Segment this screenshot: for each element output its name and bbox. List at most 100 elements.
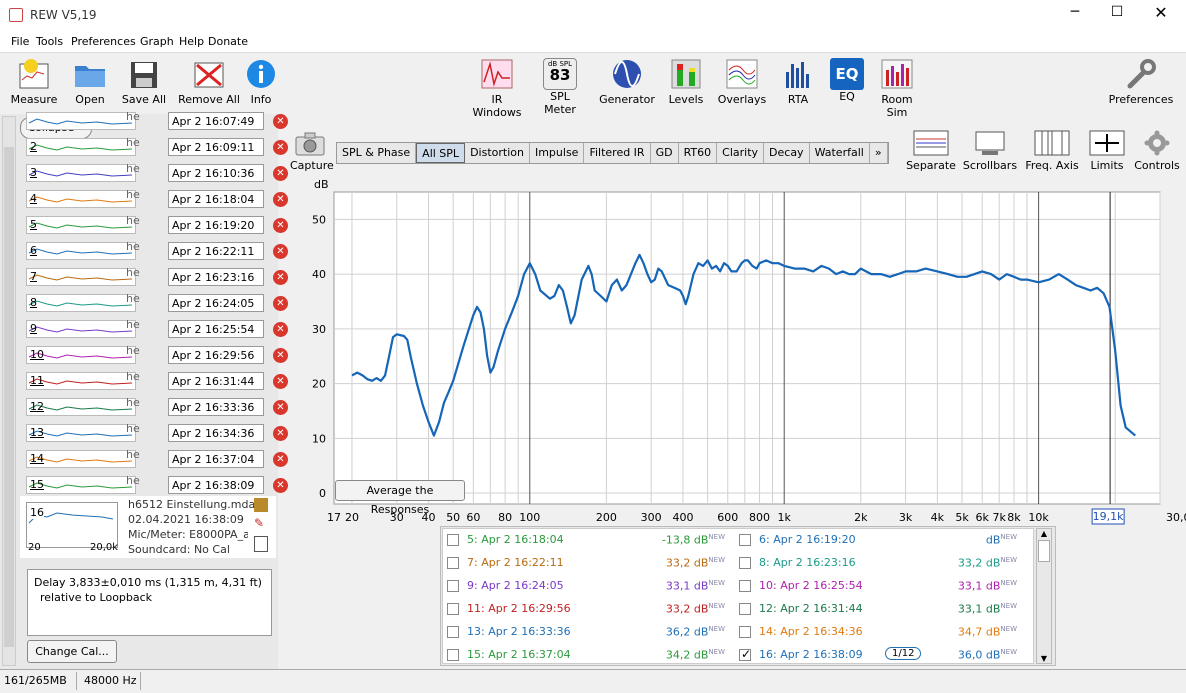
left-scrollbar[interactable] bbox=[2, 116, 16, 666]
remove-all-button[interactable]: Remove All bbox=[178, 58, 240, 106]
overlays-button[interactable]: Overlays bbox=[716, 58, 768, 106]
minimize-icon[interactable]: ─ bbox=[1064, 4, 1086, 26]
legend-scroll-down-icon[interactable]: ▼ bbox=[1037, 654, 1051, 663]
remove-measurement-icon[interactable]: ✕ bbox=[273, 244, 288, 259]
info-button[interactable]: Info bbox=[244, 58, 278, 106]
legend-checkbox[interactable]: ✓ bbox=[739, 647, 751, 661]
measurement-row[interactable]: 6 he Apr 2 16:22:11 ✕ bbox=[20, 238, 288, 264]
tab-more[interactable]: » bbox=[870, 143, 888, 163]
rta-button[interactable]: RTA bbox=[780, 58, 816, 106]
ir-windows-button[interactable]: IR Windows bbox=[466, 58, 528, 119]
legend-checkbox[interactable] bbox=[447, 649, 459, 661]
menu-preferences[interactable]: Preferences bbox=[71, 35, 136, 48]
tab-clarity[interactable]: Clarity bbox=[717, 143, 765, 163]
measurement-name-field[interactable]: Apr 2 16:07:49 bbox=[168, 112, 264, 130]
menu-tools[interactable]: Tools bbox=[36, 35, 63, 48]
remove-measurement-icon[interactable]: ✕ bbox=[273, 218, 288, 233]
measurement-row[interactable]: 15 he Apr 2 16:38:09 ✕ bbox=[20, 472, 288, 498]
measurement-row[interactable]: 11 he Apr 2 16:31:44 ✕ bbox=[20, 368, 288, 394]
measurement-name-field[interactable]: Apr 2 16:24:05 bbox=[168, 294, 264, 312]
legend-scrollbar[interactable]: ▲ ▼ bbox=[1036, 528, 1052, 664]
remove-measurement-icon[interactable]: ✕ bbox=[273, 374, 288, 389]
legend-checkbox[interactable] bbox=[739, 534, 751, 546]
measurement-name-field[interactable]: Apr 2 16:34:36 bbox=[168, 424, 264, 442]
measurement-row[interactable]: 2 he Apr 2 16:09:11 ✕ bbox=[20, 134, 288, 160]
levels-button[interactable]: Levels bbox=[664, 58, 708, 106]
measurement-row[interactable]: 13 he Apr 2 16:34:36 ✕ bbox=[20, 420, 288, 446]
generator-button[interactable]: Generator bbox=[598, 58, 656, 106]
measurement-name-field[interactable]: Apr 2 16:10:36 bbox=[168, 164, 264, 182]
tab-impulse[interactable]: Impulse bbox=[530, 143, 585, 163]
legend-scrollbar-thumb[interactable] bbox=[1038, 540, 1050, 562]
capture-button[interactable]: Capture bbox=[290, 132, 334, 172]
remove-measurement-icon[interactable]: ✕ bbox=[273, 296, 288, 311]
menu-file[interactable]: File bbox=[11, 35, 29, 48]
eq-button[interactable]: EQ EQ bbox=[830, 58, 864, 103]
separate-button[interactable]: Separate bbox=[906, 130, 956, 172]
spl-graph[interactable]: 5040302010017203040506080100200300400600… bbox=[290, 186, 1186, 526]
measurement-row[interactable]: 9 he Apr 2 16:25:54 ✕ bbox=[20, 316, 288, 342]
tab-rt60[interactable]: RT60 bbox=[679, 143, 718, 163]
tab-waterfall[interactable]: Waterfall bbox=[810, 143, 870, 163]
measurement-name-field[interactable]: Apr 2 16:31:44 bbox=[168, 372, 264, 390]
measurement-name-field[interactable]: Apr 2 16:25:54 bbox=[168, 320, 264, 338]
remove-measurement-icon[interactable]: ✕ bbox=[273, 114, 288, 129]
tab-all-spl[interactable]: All SPL bbox=[416, 143, 466, 163]
tab-gd[interactable]: GD bbox=[651, 143, 679, 163]
preferences-button[interactable]: Preferences bbox=[1108, 58, 1174, 106]
remove-measurement-icon[interactable]: ✕ bbox=[273, 400, 288, 415]
legend-checkbox[interactable] bbox=[447, 534, 459, 546]
measurement-name-field[interactable]: Apr 2 16:09:11 bbox=[168, 138, 264, 156]
measurement-name-field[interactable]: Apr 2 16:38:09 bbox=[168, 476, 264, 494]
spl-meter-button[interactable]: dB SPL 83 SPL Meter bbox=[534, 58, 586, 116]
measurement-name-field[interactable]: Apr 2 16:37:04 bbox=[168, 450, 264, 468]
legend-checkbox[interactable] bbox=[447, 580, 459, 592]
legend-checkbox[interactable] bbox=[739, 580, 751, 592]
remove-measurement-icon[interactable]: ✕ bbox=[273, 166, 288, 181]
close-window-icon[interactable]: ✕ bbox=[1150, 3, 1172, 25]
measure-button[interactable]: Measure bbox=[8, 58, 60, 106]
legend-scroll-up-icon[interactable]: ▲ bbox=[1037, 529, 1051, 538]
maximize-icon[interactable]: ☐ bbox=[1106, 4, 1128, 26]
pen-icon[interactable]: ✎ bbox=[254, 516, 268, 530]
limits-button[interactable]: Limits bbox=[1088, 130, 1126, 172]
legend-checkbox[interactable] bbox=[739, 603, 751, 615]
room-sim-button[interactable]: Room Sim bbox=[870, 58, 924, 119]
menu-graph[interactable]: Graph bbox=[140, 35, 174, 48]
remove-measurement-icon[interactable]: ✕ bbox=[273, 478, 288, 493]
edit-notes-icon[interactable] bbox=[254, 498, 268, 512]
legend-checkbox[interactable] bbox=[447, 557, 459, 569]
average-responses-button[interactable]: Average the Responses bbox=[335, 480, 465, 516]
remove-measurement-icon[interactable]: ✕ bbox=[273, 322, 288, 337]
open-button[interactable]: Open bbox=[68, 58, 112, 106]
measurement-row[interactable]: 8 he Apr 2 16:24:05 ✕ bbox=[20, 290, 288, 316]
measurement-row[interactable]: 12 he Apr 2 16:33:36 ✕ bbox=[20, 394, 288, 420]
legend-checkbox[interactable] bbox=[447, 603, 459, 615]
measurement-name-field[interactable]: Apr 2 16:19:20 bbox=[168, 216, 264, 234]
measurement-row[interactable]: 3 he Apr 2 16:10:36 ✕ bbox=[20, 160, 288, 186]
save-all-button[interactable]: Save All bbox=[118, 58, 170, 106]
remove-measurement-icon[interactable]: ✕ bbox=[273, 270, 288, 285]
measurement-name-field[interactable]: Apr 2 16:23:16 bbox=[168, 268, 264, 286]
menu-donate[interactable]: Donate bbox=[208, 35, 248, 48]
controls-button[interactable]: Controls bbox=[1134, 130, 1180, 172]
scrollbars-button[interactable]: Scrollbars bbox=[962, 130, 1018, 172]
measurement-row[interactable]: 7 he Apr 2 16:23:16 ✕ bbox=[20, 264, 288, 290]
measurement-name-field[interactable]: Apr 2 16:22:11 bbox=[168, 242, 264, 260]
measurement-name-field[interactable]: Apr 2 16:18:04 bbox=[168, 190, 264, 208]
measurement-row[interactable]: 14 he Apr 2 16:37:04 ✕ bbox=[20, 446, 288, 472]
measurement-name-field[interactable]: Apr 2 16:33:36 bbox=[168, 398, 264, 416]
measurement-row[interactable]: 5 he Apr 2 16:19:20 ✕ bbox=[20, 212, 288, 238]
remove-measurement-icon[interactable]: ✕ bbox=[273, 140, 288, 155]
legend-checkbox[interactable] bbox=[447, 626, 459, 638]
selected-measurement-panel[interactable]: 16 20 20,0k h6512 Einstellung.mdat 02.04… bbox=[20, 496, 276, 558]
remove-measurement-icon[interactable]: ✕ bbox=[273, 348, 288, 363]
legend-checkbox[interactable] bbox=[739, 626, 751, 638]
freq-axis-button[interactable]: Freq. Axis bbox=[1024, 130, 1080, 172]
document-icon[interactable] bbox=[254, 536, 268, 552]
left-scrollbar-thumb[interactable] bbox=[4, 147, 14, 647]
measurement-name-field[interactable]: Apr 2 16:29:56 bbox=[168, 346, 264, 364]
remove-measurement-icon[interactable]: ✕ bbox=[273, 426, 288, 441]
measurement-row[interactable]: he Apr 2 16:07:49 ✕ bbox=[20, 108, 288, 134]
measurement-row[interactable]: 4 he Apr 2 16:18:04 ✕ bbox=[20, 186, 288, 212]
